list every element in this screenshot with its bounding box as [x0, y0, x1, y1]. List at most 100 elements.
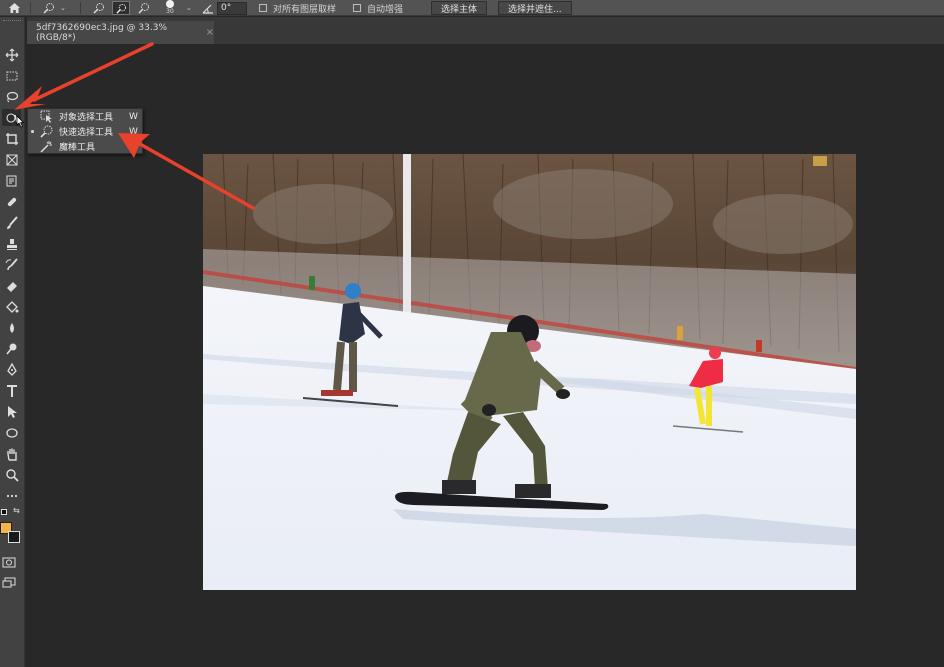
- object-selection-icon: [40, 110, 52, 123]
- close-icon[interactable]: ×: [206, 27, 214, 38]
- marquee-tool[interactable]: [2, 67, 21, 84]
- hand-icon: [6, 448, 17, 461]
- checkbox-box[interactable]: [353, 4, 361, 12]
- sample-all-layers-label: 对所有图层取样: [273, 4, 337, 15]
- home-button[interactable]: [8, 0, 21, 16]
- healing-tool[interactable]: [2, 193, 21, 210]
- brush-add-icon: [115, 3, 126, 14]
- zoom-tool[interactable]: [2, 466, 21, 483]
- mouse-cursor-icon: [16, 115, 25, 128]
- flyout-item-magic-wand[interactable]: 魔棒工具: [28, 139, 142, 154]
- quick-mask-button[interactable]: [2, 553, 18, 568]
- auto-enhance-label: 自动增强: [367, 4, 404, 15]
- blur-tool[interactable]: [2, 319, 21, 336]
- options-bar: ⌄ 30 ⌄ 0° 对所有图层取样 自动增强 选择主体 选择并遮住...: [0, 0, 944, 16]
- paint-bucket-icon: [5, 300, 18, 313]
- frame-tool[interactable]: [2, 151, 21, 168]
- document-tab-title: 5df7362690ec3.jpg @ 33.3%(RGB/8*): [36, 22, 168, 43]
- quick-mask-icon: [2, 557, 16, 568]
- sample-all-layers-checkbox[interactable]: 对所有图层取样: [259, 0, 336, 16]
- brush-subtract-icon: [138, 3, 149, 14]
- lasso-icon: [6, 91, 18, 102]
- dodge-icon: [5, 343, 16, 354]
- type-icon: [6, 384, 17, 397]
- add-to-selection-mode[interactable]: [112, 0, 130, 16]
- auto-enhance-checkbox[interactable]: 自动增强: [353, 0, 403, 16]
- move-tool[interactable]: [2, 46, 21, 63]
- path-selection-icon: [7, 405, 17, 418]
- photoshop-window: ⌄ 30 ⌄ 0° 对所有图层取样 自动增强 选择主体 选择并遮住... ⇆ 5…: [0, 0, 944, 667]
- flyout-item-object-selection[interactable]: 对象选择工具 W: [28, 109, 142, 124]
- brush-size-chevron[interactable]: ⌄: [186, 0, 192, 16]
- angle-field[interactable]: 0°: [217, 0, 247, 16]
- default-colors-icon[interactable]: [1, 509, 7, 515]
- dodge-tool[interactable]: [2, 340, 21, 357]
- brush-size-picker[interactable]: 30: [166, 0, 174, 16]
- document-tab[interactable]: 5df7362690ec3.jpg @ 33.3%(RGB/8*) ×: [27, 21, 214, 44]
- checkbox-box[interactable]: [259, 4, 267, 12]
- screen-mode-button[interactable]: [2, 573, 18, 588]
- eyedropper-tool[interactable]: [2, 172, 21, 189]
- chevron-down-icon: ⌄: [60, 4, 66, 12]
- history-brush-tool[interactable]: [2, 256, 21, 273]
- toolbar-grip[interactable]: [3, 20, 21, 24]
- document-tab-bar: 5df7362690ec3.jpg @ 33.3%(RGB/8*) ×: [27, 17, 944, 44]
- background-color-swatch[interactable]: [8, 531, 20, 543]
- eyedropper-icon: [6, 175, 16, 186]
- history-brush-icon: [5, 257, 18, 270]
- new-selection-mode[interactable]: [92, 0, 106, 16]
- more-tools-button[interactable]: [2, 487, 21, 504]
- selection-tools-flyout: 对象选择工具 W 快速选择工具 W 魔棒工具: [27, 108, 143, 154]
- clone-stamp-tool[interactable]: [2, 235, 21, 252]
- eraser-tool[interactable]: [2, 277, 21, 294]
- chevron-down-icon: ⌄: [186, 4, 192, 12]
- zoom-icon: [5, 468, 19, 482]
- crop-tool[interactable]: [2, 130, 21, 147]
- hand-tool[interactable]: [2, 445, 21, 462]
- pen-tool[interactable]: [2, 361, 21, 378]
- canvas-photo[interactable]: [203, 154, 856, 590]
- brush-icon: [6, 215, 18, 229]
- lasso-tool[interactable]: [2, 88, 21, 105]
- angle-icon: [202, 4, 213, 14]
- magic-wand-icon: [40, 141, 52, 153]
- flyout-item-label: 快速选择工具: [59, 128, 114, 138]
- angle-control: [202, 0, 214, 16]
- flyout-item-quick-selection[interactable]: 快速选择工具 W: [28, 124, 142, 139]
- flyout-item-label: 对象选择工具: [59, 113, 114, 123]
- brush-new-icon: [93, 3, 104, 14]
- pen-icon: [6, 362, 17, 376]
- selected-indicator: [31, 130, 34, 133]
- brush-size-value: 30: [166, 8, 174, 15]
- brush-tool[interactable]: [2, 214, 21, 231]
- quick-selection-icon: [40, 125, 53, 138]
- brush-dot-icon: [166, 0, 174, 8]
- screen-mode-icon: [2, 577, 16, 588]
- more-icon: [6, 494, 17, 497]
- flyout-item-label: 魔棒工具: [59, 143, 96, 153]
- tool-preset-picker[interactable]: ⌄: [42, 0, 66, 16]
- marquee-icon: [6, 71, 17, 80]
- swap-colors-icon[interactable]: ⇆: [13, 506, 20, 515]
- blur-icon: [9, 322, 14, 333]
- shape-tool[interactable]: [2, 424, 21, 441]
- ski-slope-photo: [203, 154, 856, 590]
- select-and-mask-button[interactable]: 选择并遮住...: [498, 0, 572, 16]
- home-icon: [9, 3, 20, 13]
- crop-icon: [5, 132, 18, 145]
- swap-colors-row: ⇆: [1, 506, 23, 519]
- paint-bucket-tool[interactable]: [2, 298, 21, 315]
- flyout-item-shortcut: W: [129, 111, 138, 122]
- stamp-icon: [6, 238, 17, 250]
- type-tool[interactable]: [2, 382, 21, 399]
- quick-selection-icon: [43, 3, 54, 14]
- subtract-from-selection-mode[interactable]: [137, 0, 151, 16]
- eraser-icon: [6, 281, 17, 292]
- flyout-item-shortcut: W: [129, 126, 138, 137]
- move-icon: [5, 48, 18, 61]
- healing-icon: [7, 197, 16, 206]
- shape-icon: [5, 427, 18, 438]
- select-subject-button[interactable]: 选择主体: [431, 0, 488, 16]
- arrow-pointing-to-toolbar: [14, 42, 154, 110]
- path-selection-tool[interactable]: [2, 403, 21, 420]
